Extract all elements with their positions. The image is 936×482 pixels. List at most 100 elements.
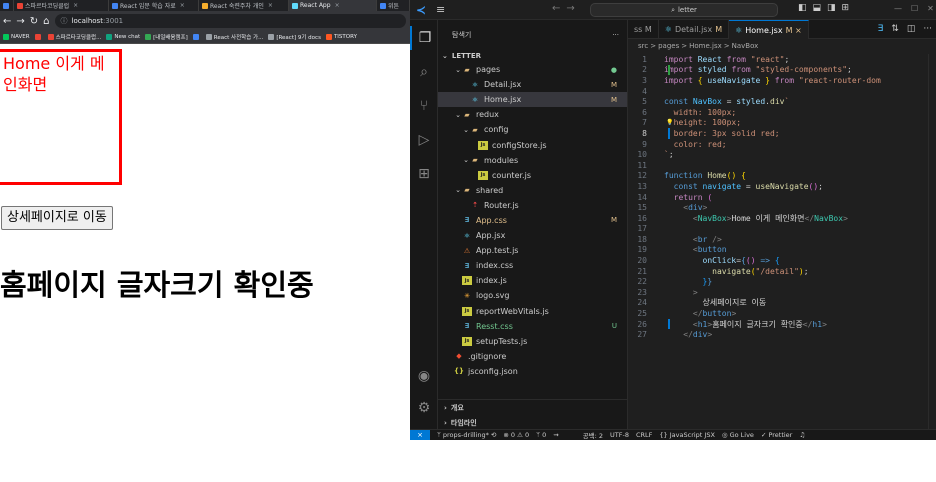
toggle-panel-icon[interactable]: ⬓: [813, 3, 822, 13]
code-line[interactable]: 3 import { useNavigate } from "react-rout…: [628, 75, 936, 86]
tree-item-folder[interactable]: ⌄ ▰ pages ●: [438, 62, 627, 77]
js-debug-icon[interactable]: ∃: [878, 24, 884, 34]
tab-close-icon[interactable]: ×: [73, 2, 78, 9]
tab-close-icon[interactable]: ×: [268, 2, 273, 9]
explorer-more-icon[interactable]: ···: [612, 31, 619, 39]
bookmark-item[interactable]: [React] 9기 docs: [268, 33, 321, 41]
account-icon[interactable]: ◉: [410, 364, 438, 388]
tree-item-json[interactable]: {} jsconfig.json: [438, 364, 627, 379]
code-line[interactable]: 25 </button >: [628, 308, 936, 319]
tab-close-icon[interactable]: ×: [180, 2, 185, 9]
code-line[interactable]: 22 }}: [628, 276, 936, 287]
breadcrumb-item[interactable]: pages: [658, 42, 679, 50]
outline-section[interactable]: › 개요: [438, 400, 627, 415]
code-line[interactable]: 17: [628, 224, 936, 235]
bookmark-item[interactable]: [34, 34, 43, 40]
code-line[interactable]: 18 < br />: [628, 234, 936, 245]
browser-tab[interactable]: React App ×: [289, 0, 377, 11]
indent-status[interactable]: 공백: 2: [583, 430, 603, 440]
toggle-secondary-sidebar-icon[interactable]: ◨: [827, 3, 836, 13]
address-bar[interactable]: ⓘ localhost:3001: [54, 14, 406, 28]
code-line[interactable]: 14 return (: [628, 192, 936, 203]
code-line[interactable]: 26 < h1 > 홈페이지 글자크기 확인중 </h1 >: [628, 318, 936, 330]
bookmark-item[interactable]: [192, 34, 201, 40]
tree-item-js[interactable]: js setupTests.js: [438, 334, 627, 349]
maximize-icon[interactable]: ☐: [911, 4, 918, 13]
browser-tab[interactable]: 위튼: [377, 0, 410, 11]
tree-item-svg[interactable]: ✳ logo.svg: [438, 288, 627, 303]
run-debug-icon[interactable]: ▷: [410, 128, 438, 152]
code-line[interactable]: 15 < div >: [628, 202, 936, 213]
code-line[interactable]: 20 onClick ={() => {: [628, 255, 936, 266]
code-line[interactable]: 4: [628, 86, 936, 97]
tree-item-css[interactable]: ∃ Resst.css U: [438, 319, 627, 334]
tree-item-router[interactable]: ⇡ Router.js: [438, 198, 627, 213]
code-line[interactable]: 5 const NavBox = styled. div `: [628, 96, 936, 107]
tree-item-react[interactable]: ⚛ App.jsx: [438, 228, 627, 243]
command-center[interactable]: ⌕ letter: [590, 3, 778, 17]
more-actions-icon[interactable]: ···: [923, 24, 932, 34]
tree-item-js[interactable]: js counter.js: [438, 168, 627, 183]
editor-scrollbar[interactable]: [928, 54, 936, 429]
eol-status[interactable]: CRLF: [636, 431, 652, 439]
code-line[interactable]: 6 width: 100px;: [628, 107, 936, 118]
code-line[interactable]: 19 < button: [628, 245, 936, 256]
source-control-icon[interactable]: ⑂: [410, 94, 438, 118]
tree-item-folder[interactable]: ⌄ ▰ redux: [438, 107, 627, 122]
tab-close-icon[interactable]: ×: [335, 2, 340, 9]
project-section[interactable]: ⌄ LETTER: [438, 50, 627, 62]
minimize-icon[interactable]: —: [894, 4, 902, 13]
code-line[interactable]: 27 </div >: [628, 329, 936, 340]
tree-item-react[interactable]: ⚛ Home.jsx M: [438, 92, 627, 108]
browser-tab[interactable]: React 입문 학습 자료 ×: [109, 0, 199, 11]
code-line[interactable]: 21 navigate("/detail");: [628, 266, 936, 277]
tree-item-css[interactable]: ∃ App.css M: [438, 213, 627, 228]
explorer-icon[interactable]: ❐: [410, 26, 438, 50]
site-info-icon[interactable]: ⓘ: [61, 16, 68, 26]
tree-item-folder[interactable]: ⌄ ▰ config: [438, 122, 627, 137]
settings-gear-icon[interactable]: ⚙: [410, 396, 438, 420]
language-status[interactable]: {} JavaScript JSX: [659, 431, 714, 439]
tree-item-js[interactable]: js index.js: [438, 273, 627, 288]
extensions-icon[interactable]: ⊞: [410, 162, 438, 186]
menu-icon[interactable]: ≡: [436, 3, 445, 16]
remote-icon[interactable]: ⨯: [410, 429, 430, 441]
golive-status[interactable]: ◎ Go Live: [722, 431, 754, 439]
detail-page-button[interactable]: 상세페이지로 이동: [1, 206, 113, 230]
encoding-status[interactable]: UTF-8: [610, 431, 629, 439]
split-editor-icon[interactable]: ◫: [907, 24, 916, 34]
problems-status[interactable]: ⊗ 0 ⚠ 0: [503, 431, 529, 439]
search-view-icon[interactable]: ⌕: [410, 60, 438, 84]
bookmark-item[interactable]: New chat: [106, 34, 140, 40]
editor-tab[interactable]: ss M: [628, 20, 659, 39]
code-line[interactable]: 10 `;: [628, 149, 936, 160]
code-line[interactable]: 24 상세페이지로 이동: [628, 298, 936, 309]
bookmark-item[interactable]: TISTORY: [325, 34, 357, 40]
branch-status[interactable]: ᛘ props-drilling* ⟲: [437, 431, 496, 439]
timeline-section[interactable]: › 타임라인: [438, 415, 627, 429]
history-nav-icon[interactable]: ←→: [552, 3, 581, 14]
back-icon[interactable]: ←: [3, 16, 11, 27]
code-line[interactable]: 16 < NavBox > Home 이게 메인화면 </NavBox >: [628, 213, 936, 224]
notifications-icon[interactable]: ♫: [799, 431, 805, 439]
editor-tab[interactable]: ⚛ Detail.jsx M: [659, 20, 730, 39]
editor-tab[interactable]: ⚛ Home.jsx M ×: [729, 20, 809, 39]
forward-icon[interactable]: →: [16, 16, 24, 27]
tree-item-react[interactable]: ⚛ Detail.jsx M: [438, 77, 627, 92]
breadcrumb-item[interactable]: Home.jsx: [689, 42, 722, 50]
toggle-sidebar-icon[interactable]: ◧: [798, 3, 807, 13]
code-line[interactable]: 23 >: [628, 287, 936, 298]
reload-icon[interactable]: ↻: [30, 16, 38, 27]
tree-item-js[interactable]: js reportWebVitals.js: [438, 304, 627, 319]
code-line[interactable]: 7 height: 100px; 💡: [628, 118, 936, 129]
browser-tab[interactable]: [0, 0, 14, 11]
tree-item-folder[interactable]: ⌄ ▰ shared: [438, 183, 627, 198]
bookmark-item[interactable]: 스파르타코딩클럽...: [47, 33, 101, 41]
code-line[interactable]: 8 border: 3px solid red;: [628, 128, 936, 139]
code-line[interactable]: 12 function Home() {: [628, 171, 936, 182]
bookmark-item[interactable]: [내일배움캠프]: [145, 33, 188, 41]
browser-tab[interactable]: 스파르타코딩클럽 ×: [14, 0, 109, 11]
tree-item-git[interactable]: ◆ .gitignore: [438, 349, 627, 364]
prettier-status[interactable]: ✓ Prettier: [761, 431, 792, 439]
code-line[interactable]: 9 color: red;: [628, 139, 936, 150]
